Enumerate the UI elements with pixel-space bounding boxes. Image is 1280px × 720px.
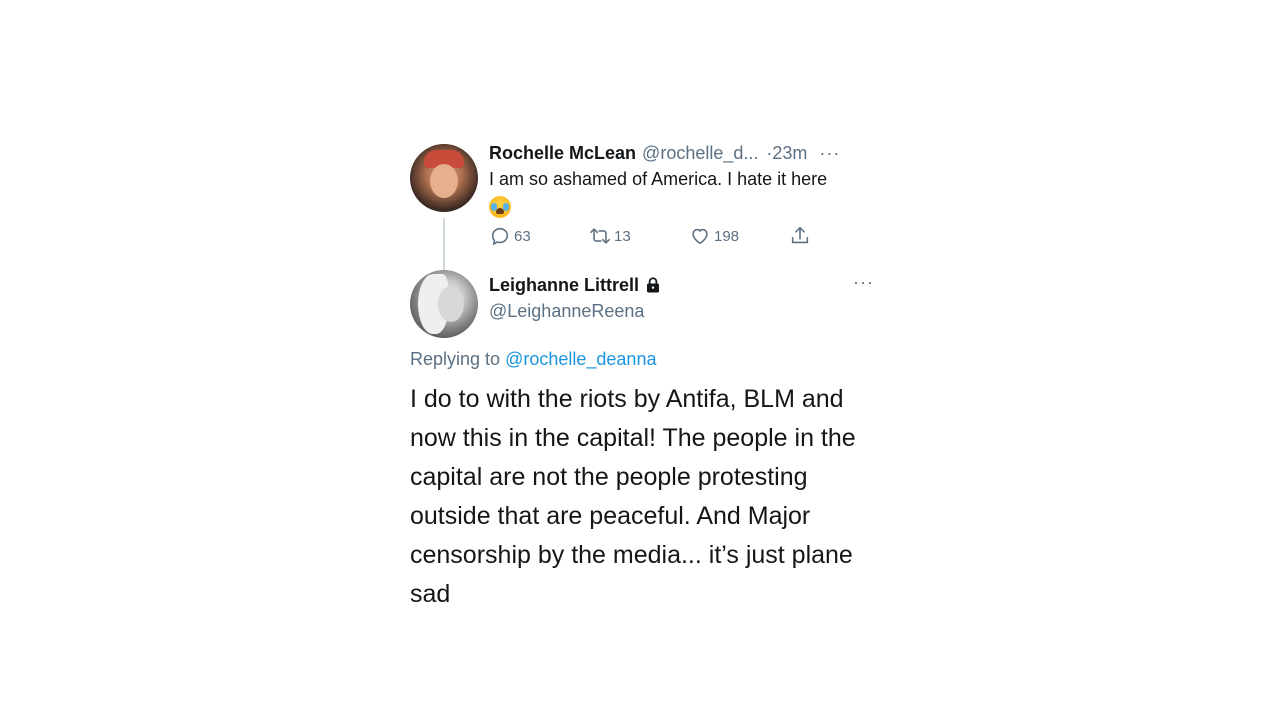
display-name[interactable]: Rochelle McLean	[489, 140, 636, 166]
retweet-icon	[590, 228, 610, 244]
reply-button[interactable]: 63	[489, 225, 589, 247]
retweet-count: 13	[614, 227, 631, 245]
lock-icon	[647, 277, 660, 293]
username-handle[interactable]: @LeighanneReena	[489, 298, 662, 324]
reply-count: 63	[514, 227, 531, 245]
tweet-rochelle[interactable]: Rochelle McLean @rochelle_d... ·23m ··· …	[410, 140, 880, 272]
tweet-header: Rochelle McLean @rochelle_d... ·23m ···	[489, 140, 880, 166]
username-handle[interactable]: @rochelle_d...	[642, 140, 758, 166]
tweet-thread: Rochelle McLean @rochelle_d... ·23m ··· …	[410, 140, 880, 614]
timestamp[interactable]: ·23m	[766, 140, 807, 166]
reply-icon	[491, 227, 509, 246]
display-name[interactable]: Leighanne Littrell	[489, 272, 662, 298]
replying-to-link[interactable]: @rochelle_deanna	[505, 349, 656, 369]
avatar[interactable]	[410, 144, 478, 212]
more-options-icon[interactable]: ···	[819, 140, 840, 166]
replying-to: Replying to @rochelle_deanna	[410, 349, 657, 369]
thread-connector-line	[443, 218, 445, 272]
more-options-icon[interactable]: ···	[853, 272, 874, 293]
like-button[interactable]: 198	[689, 225, 789, 247]
like-count: 198	[714, 227, 740, 245]
share-button[interactable]	[789, 225, 811, 247]
loudly-crying-face-icon	[489, 196, 511, 219]
retweet-button[interactable]: 13	[589, 225, 689, 247]
tweet-text: I do to with the riots by Antifa, BLM an…	[410, 385, 856, 608]
tweet-text: I am so ashamed of America. I hate it he…	[489, 166, 880, 219]
heart-icon	[692, 228, 708, 245]
tweet-actions: 63 13 198	[489, 224, 811, 248]
avatar[interactable]	[410, 270, 478, 338]
tweet-leighanne[interactable]: Leighanne Littrell @LeighanneReena ··· R…	[410, 270, 880, 614]
share-icon	[791, 226, 809, 244]
